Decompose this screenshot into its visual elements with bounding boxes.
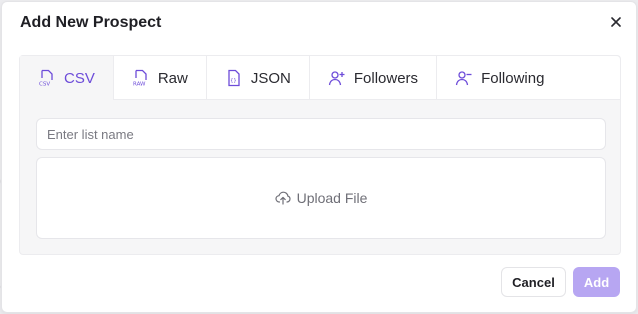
- close-icon: [611, 17, 621, 27]
- tab-csv-label: CSV: [64, 69, 95, 87]
- csv-file-icon: CSV: [38, 69, 56, 87]
- tab-csv[interactable]: CSV CSV: [20, 56, 114, 100]
- close-button[interactable]: [606, 12, 626, 32]
- dialog-title: Add New Prospect: [20, 14, 162, 31]
- svg-text:CSV: CSV: [39, 82, 50, 88]
- add-button[interactable]: Add: [573, 267, 620, 297]
- tab-json-label: JSON: [250, 69, 291, 87]
- import-tabs: CSV CSV RAW Raw {} JSON Followers Follow…: [20, 56, 620, 100]
- upload-file-dropzone[interactable]: Upload File: [36, 157, 606, 239]
- tab-following[interactable]: Following: [437, 56, 620, 100]
- cancel-button[interactable]: Cancel: [501, 267, 566, 297]
- upload-file-label: Upload File: [296, 190, 368, 206]
- svg-text:{}: {}: [230, 78, 236, 84]
- user-plus-icon: [328, 69, 346, 87]
- svg-text:RAW: RAW: [133, 82, 146, 88]
- tab-following-label: Following: [481, 69, 545, 87]
- cloud-upload-icon: [274, 191, 291, 205]
- tab-raw-label: Raw: [157, 69, 188, 87]
- list-name-input[interactable]: [36, 118, 606, 150]
- raw-file-icon: RAW: [132, 69, 150, 87]
- add-prospect-dialog: Add New Prospect CSV CSV RAW Raw {} JSON…: [1, 1, 637, 313]
- json-file-icon: {}: [225, 69, 243, 87]
- tab-followers[interactable]: Followers: [310, 56, 438, 100]
- tab-raw[interactable]: RAW Raw: [114, 56, 207, 100]
- user-minus-icon: [455, 69, 473, 87]
- tab-followers-label: Followers: [353, 69, 419, 87]
- import-panel: CSV CSV RAW Raw {} JSON Followers Follow…: [19, 55, 621, 255]
- tab-json[interactable]: {} JSON: [207, 56, 310, 100]
